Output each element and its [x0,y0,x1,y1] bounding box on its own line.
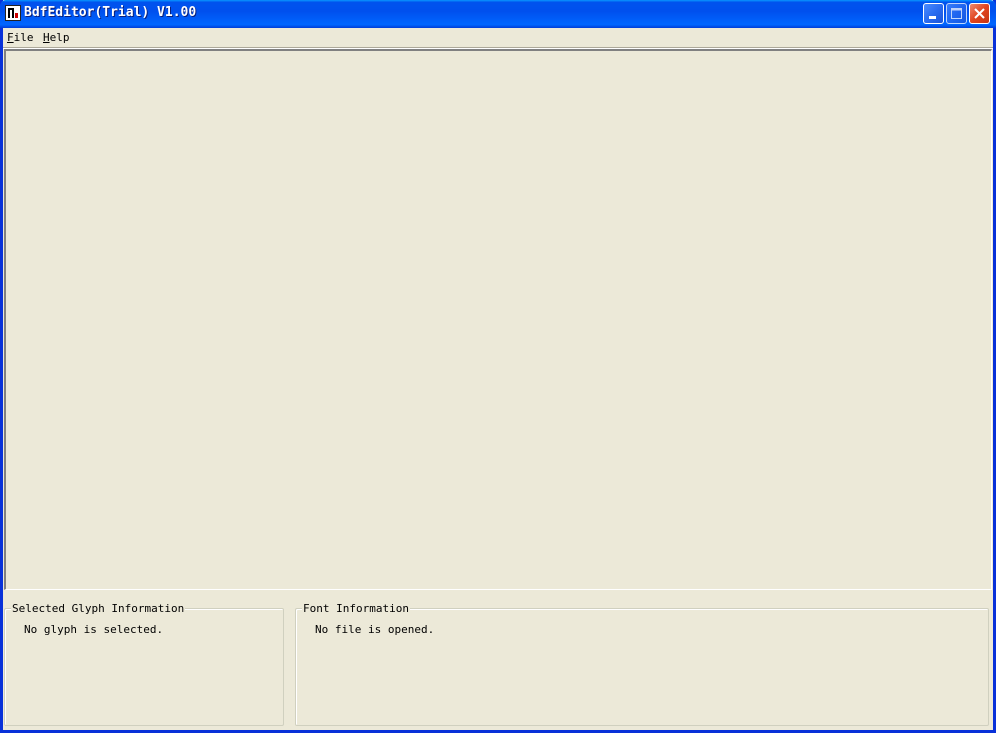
selected-glyph-status: No glyph is selected. [24,623,164,636]
selected-glyph-groupbox: Selected Glyph Information No glyph is s… [4,602,284,726]
maximize-button[interactable] [946,3,967,24]
menu-bar: File Help [3,28,993,47]
selected-glyph-title: Selected Glyph Information [11,602,186,615]
title-bar[interactable]: BdfEditor(Trial) V1.00 [0,0,996,28]
app-icon[interactable] [5,5,21,21]
maximize-icon [951,8,962,19]
font-info-groupbox: Font Information No file is opened. [295,602,989,726]
minimize-button[interactable] [923,3,944,24]
menu-help[interactable]: Help [41,30,72,45]
window-title: BdfEditor(Trial) V1.00 [24,5,197,20]
glyph-canvas[interactable] [4,49,992,590]
minimize-icon [929,16,936,19]
menu-file[interactable]: File [5,30,36,45]
app-window: BdfEditor(Trial) V1.00 File Help Selecte… [0,0,996,733]
close-icon [974,8,985,19]
close-button[interactable] [969,3,990,24]
font-info-title: Font Information [302,602,410,615]
font-info-status: No file is opened. [315,623,435,636]
